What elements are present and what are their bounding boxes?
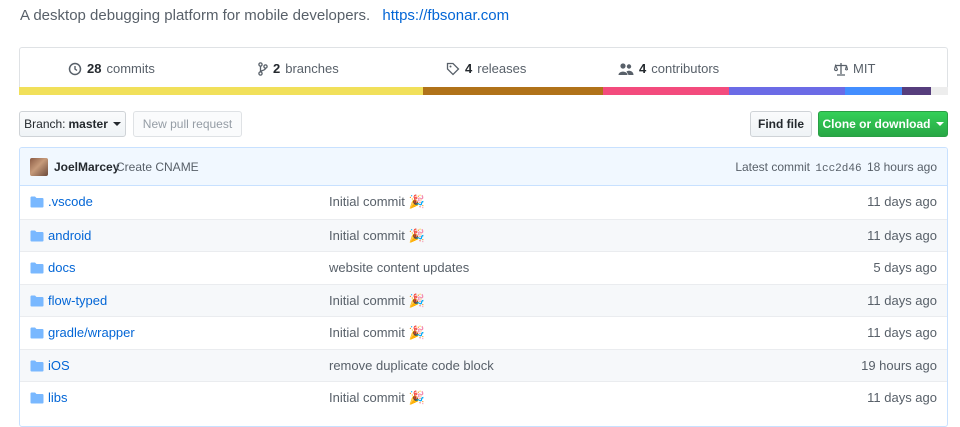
file-commit-message[interactable]: remove duplicate code block bbox=[329, 358, 498, 373]
language-segment[interactable] bbox=[423, 87, 604, 95]
file-age: 11 days ago bbox=[867, 227, 937, 243]
folder-icon bbox=[30, 230, 44, 245]
folder-icon bbox=[30, 295, 44, 310]
tag-icon bbox=[446, 62, 460, 75]
file-commit-text: remove duplicate code block bbox=[329, 357, 494, 373]
file-commit-message[interactable]: Initial commit 🎉 bbox=[329, 325, 425, 341]
file-age: 5 days ago bbox=[873, 260, 937, 275]
license-label: MIT bbox=[853, 61, 876, 76]
table-row: .vscode Initial commit 🎉 11 days ago bbox=[20, 186, 947, 219]
tada-emoji: 🎉 bbox=[408, 227, 426, 243]
branches-label: branches bbox=[285, 61, 339, 76]
find-file-label: Find file bbox=[758, 117, 804, 131]
language-segment[interactable] bbox=[844, 87, 903, 95]
file-table: JoelMarcey Create CNAME Latest commit 1c… bbox=[19, 147, 948, 427]
branches-link[interactable]: 2 branches bbox=[258, 61, 339, 76]
file-commit-text: Initial commit bbox=[329, 325, 405, 340]
file-commit-text: Initial commit bbox=[329, 194, 405, 209]
repo-homepage-link[interactable]: https://fbsonar.com bbox=[382, 7, 509, 24]
file-name-link[interactable]: android bbox=[48, 228, 91, 243]
law-icon bbox=[834, 62, 848, 76]
clone-download-label: Clone or download bbox=[822, 117, 931, 131]
commit-time: 18 hours ago bbox=[866, 160, 937, 174]
table-row: gradle/wrapper Initial commit 🎉 11 days ago bbox=[20, 316, 947, 349]
latest-commit-prefix: Latest commit bbox=[735, 160, 811, 174]
language-segment[interactable] bbox=[728, 87, 845, 95]
history-icon bbox=[68, 62, 82, 75]
branch-name: master bbox=[68, 117, 108, 131]
language-segment[interactable] bbox=[603, 87, 729, 95]
releases-count: 4 bbox=[465, 61, 473, 76]
branch-prefix: Branch: bbox=[24, 117, 66, 131]
commit-author[interactable]: JoelMarcey bbox=[54, 160, 119, 174]
new-pull-request-button[interactable]: New pull request bbox=[133, 111, 242, 137]
file-age: 19 hours ago bbox=[861, 357, 937, 373]
new-pull-request-label: New pull request bbox=[142, 117, 233, 131]
releases-link[interactable]: 4 releases bbox=[446, 61, 526, 76]
file-name-link[interactable]: libs bbox=[48, 390, 68, 405]
language-segment[interactable] bbox=[19, 87, 424, 95]
tada-emoji: 🎉 bbox=[408, 325, 426, 340]
commit-message[interactable]: Create CNAME bbox=[116, 160, 199, 174]
branch-select-button[interactable]: Branch: master bbox=[19, 111, 126, 137]
license-link[interactable]: MIT bbox=[834, 61, 875, 76]
file-commit-message[interactable]: website content updates bbox=[329, 260, 473, 275]
releases-label: releases bbox=[477, 61, 527, 76]
file-commit-message[interactable]: Initial commit 🎉 bbox=[329, 293, 425, 309]
file-commit-text: Initial commit bbox=[329, 390, 405, 405]
folder-icon bbox=[30, 360, 44, 375]
file-age: 11 days ago bbox=[867, 292, 937, 308]
contributors-link[interactable]: 4 contributors bbox=[618, 61, 719, 76]
repo-description: A desktop debugging platform for mobile … bbox=[20, 7, 509, 24]
file-commit-message[interactable]: Initial commit 🎉 bbox=[329, 194, 425, 210]
latest-commit-info: Latest commit 1cc2d46 18 hours ago bbox=[735, 160, 937, 175]
branches-count: 2 bbox=[273, 61, 281, 76]
commits-link[interactable]: 28 commits bbox=[68, 61, 155, 76]
table-row: iOS remove duplicate code block 19 hours a… bbox=[20, 348, 947, 381]
file-name-link[interactable]: iOS bbox=[48, 358, 70, 373]
language-bar[interactable] bbox=[19, 87, 948, 95]
file-name-link[interactable]: .vscode bbox=[48, 194, 93, 209]
commit-sha[interactable]: 1cc2d46 bbox=[815, 163, 861, 175]
table-row: docs website content updates 5 days ago bbox=[20, 251, 947, 284]
contributors-label: contributors bbox=[651, 61, 720, 76]
commits-label: commits bbox=[106, 61, 155, 76]
find-file-button[interactable]: Find file bbox=[750, 111, 812, 137]
caret-down-icon bbox=[112, 122, 121, 126]
language-segment[interactable] bbox=[902, 87, 932, 95]
table-row: flow-typed Initial commit 🎉 11 days ago bbox=[20, 283, 947, 316]
contributors-count: 4 bbox=[639, 61, 647, 76]
repo-description-text: A desktop debugging platform for mobile … bbox=[20, 7, 371, 24]
people-icon bbox=[618, 62, 634, 75]
language-segment[interactable] bbox=[931, 87, 948, 95]
branch-icon bbox=[258, 61, 268, 76]
table-row: android Initial commit 🎉 11 days ago bbox=[20, 218, 947, 251]
file-name-link[interactable]: flow-typed bbox=[48, 293, 107, 308]
file-list: .vscode Initial commit 🎉 11 days ago android… bbox=[20, 186, 947, 414]
file-name-link[interactable]: gradle/wrapper bbox=[48, 325, 135, 340]
file-commit-message[interactable]: Initial commit 🎉 bbox=[329, 390, 425, 406]
tada-emoji: 🎉 bbox=[408, 194, 426, 209]
file-age: 11 days ago bbox=[867, 194, 937, 209]
clone-download-button[interactable]: Clone or download bbox=[818, 111, 948, 137]
tada-emoji: 🎉 bbox=[408, 390, 426, 405]
avatar[interactable] bbox=[30, 158, 48, 176]
folder-icon bbox=[30, 262, 44, 277]
table-row: libs Initial commit 🎉 11 days ago bbox=[20, 381, 947, 414]
folder-icon bbox=[30, 392, 44, 407]
tada-emoji: 🎉 bbox=[408, 292, 426, 308]
latest-commit-row: JoelMarcey Create CNAME Latest commit 1c… bbox=[20, 148, 947, 186]
folder-icon bbox=[30, 327, 44, 342]
caret-down-icon bbox=[935, 122, 944, 126]
file-commit-text: Initial commit bbox=[329, 227, 405, 243]
file-name-link[interactable]: docs bbox=[48, 260, 75, 275]
commits-count: 28 bbox=[87, 61, 102, 76]
file-age: 11 days ago bbox=[867, 325, 937, 340]
folder-icon bbox=[30, 196, 44, 211]
file-commit-message[interactable]: Initial commit 🎉 bbox=[329, 228, 425, 244]
file-commit-text: website content updates bbox=[329, 260, 470, 275]
file-commit-text: Initial commit bbox=[329, 292, 405, 308]
file-age: 11 days ago bbox=[867, 390, 937, 405]
